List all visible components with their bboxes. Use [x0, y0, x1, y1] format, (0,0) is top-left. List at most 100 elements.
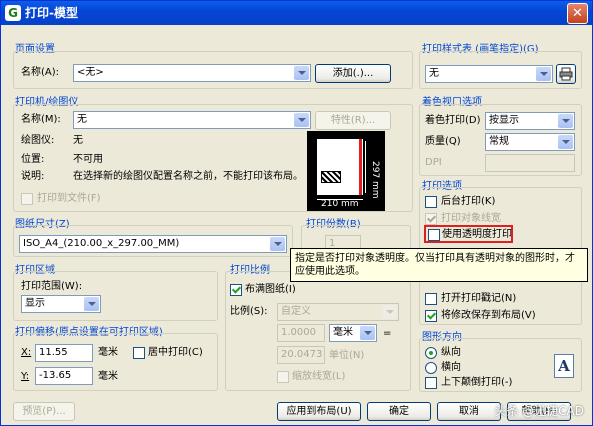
offset-y-value: -13.65 — [39, 370, 72, 381]
preview-width-label: 210 mm — [321, 199, 359, 209]
landscape-radio[interactable] — [425, 362, 437, 374]
offset-y-input[interactable]: -13.65 — [35, 367, 93, 385]
background-plot-checkbox[interactable] — [425, 196, 437, 208]
plot-area-hatch — [321, 171, 341, 183]
paper-size-value: ISO_A4_(210.00_x_297.00_MM) — [23, 238, 180, 249]
background-plot-label: 后台打印(K) — [441, 196, 496, 207]
print-dialog: G 打印-模型 ✕ 页面设置 名称(A): <无> 添加(.)... 打印机/绘… — [0, 0, 593, 426]
dpi-input[interactable] — [485, 154, 575, 172]
center-plot-label: 居中打印(C) — [148, 347, 203, 358]
plotter-label: 绘图仪: — [21, 135, 55, 146]
scale-lineweights-checkbox[interactable] — [277, 371, 289, 383]
description-label: 说明: — [21, 171, 45, 182]
quality-select[interactable]: 常规 — [485, 133, 575, 151]
quality-value: 常规 — [489, 136, 509, 147]
offset-y-unit: 毫米 — [98, 371, 118, 382]
description-value: 在选择新的绘图仪配置名称之前，不能打印该布局。 — [73, 171, 303, 182]
center-plot-checkbox[interactable] — [133, 347, 145, 359]
orientation-preview-icon: A — [554, 354, 574, 378]
fit-to-paper-checkbox[interactable] — [230, 284, 242, 296]
location-label: 位置: — [21, 154, 45, 165]
plot-range-select[interactable]: 显示 — [21, 295, 101, 313]
scale-label: 比例(S): — [230, 306, 268, 317]
preview-height-label: 297 mm — [370, 161, 380, 199]
apply-to-layout-button[interactable]: 应用到布局(U) — [277, 402, 361, 421]
scale-drawing-units-input[interactable]: 20.0473 — [277, 346, 325, 364]
close-icon: ✕ — [572, 6, 583, 21]
portrait-radio[interactable] — [425, 347, 437, 359]
dpi-label: DPI — [425, 157, 442, 168]
watermark-text: 头条 @迅捷CAD — [494, 404, 584, 418]
shade-plot-select[interactable]: 按显示 — [485, 112, 575, 130]
shade-plot-label: 着色打印(D) — [425, 115, 481, 126]
printer-icon — [559, 67, 573, 81]
chevron-down-icon — [558, 135, 573, 149]
scale-unit-select[interactable]: 毫米 — [329, 324, 377, 342]
save-changes-label: 将修改保存到布局(V) — [441, 310, 536, 321]
printer-name-value: 无 — [77, 114, 87, 125]
app-icon: G — [5, 5, 21, 21]
offset-x-value: 11.55 — [39, 347, 68, 358]
plotter-value: 无 — [73, 135, 83, 146]
upside-down-label: 上下颠倒打印(-) — [441, 377, 513, 388]
plot-stamp-label: 打开打印戳记(N) — [441, 293, 517, 304]
scale-unit-value: 毫米 — [333, 327, 353, 338]
printer-name-label: 名称(M): — [21, 114, 61, 125]
paper-sheet — [317, 139, 363, 195]
cancel-button[interactable]: 取消 — [437, 402, 501, 421]
title-bar[interactable]: G 打印-模型 ✕ — [1, 1, 592, 25]
scale-equals-sign: = — [383, 328, 392, 339]
scale-paper-units-input[interactable]: 1.0000 — [277, 324, 325, 342]
offset-x-input[interactable]: 11.55 — [35, 344, 93, 362]
chevron-down-icon — [558, 114, 573, 128]
scale-value: 自定义 — [281, 306, 311, 317]
edit-plot-style-button[interactable] — [556, 64, 576, 84]
paper-size-select[interactable]: ISO_A4_(210.00_x_297.00_MM) — [19, 235, 287, 253]
landscape-label: 横向 — [441, 362, 461, 373]
printer-properties-button[interactable]: 特性(R)... — [315, 111, 391, 130]
window-title: 打印-模型 — [25, 6, 78, 20]
plot-lineweights-checkbox[interactable] — [425, 213, 437, 225]
upside-down-checkbox[interactable] — [425, 377, 437, 389]
page-setup-name-label: 名称(A): — [21, 67, 60, 78]
plot-lineweights-label: 打印对象线宽 — [441, 213, 501, 224]
scale-lineweights-label: 缩放线宽(L) — [292, 371, 346, 382]
plot-range-label: 打印范围(W): — [21, 281, 83, 292]
scale-drawing-units-value: 20.0473 — [281, 349, 323, 360]
preview-button[interactable]: 预览(P)... — [13, 402, 75, 421]
plot-stamp-checkbox[interactable] — [425, 293, 437, 305]
chevron-down-icon — [360, 326, 375, 340]
chevron-down-icon — [382, 305, 397, 319]
paper-margin-line — [359, 139, 362, 195]
offset-x-label: X: — [21, 347, 32, 358]
close-button[interactable]: ✕ — [567, 3, 588, 24]
chevron-down-icon — [270, 237, 285, 251]
scale-paper-units-value: 1.0000 — [281, 327, 316, 338]
paper-preview: 297 mm 210 mm — [307, 131, 385, 211]
height-dimension-line — [365, 141, 366, 193]
print-to-file-label: 打印到文件(F) — [37, 193, 101, 204]
transparency-tooltip: 指定是否打印对象透明度。仅当打印具有透明对象的图形时，才应使用此选项。 — [290, 248, 588, 282]
fit-to-paper-label: 布满图纸(I) — [245, 284, 296, 295]
chevron-down-icon — [294, 113, 309, 127]
plot-style-table-select[interactable]: 无 — [425, 65, 553, 83]
add-page-setup-button[interactable]: 添加(.)... — [315, 64, 391, 83]
scale-units-label: 单位(N) — [329, 350, 365, 361]
offset-x-unit: 毫米 — [98, 347, 118, 358]
plot-style-table-value: 无 — [429, 68, 439, 79]
chevron-down-icon — [536, 67, 551, 81]
location-value: 不可用 — [73, 154, 103, 165]
page-setup-name-value: <无> — [77, 67, 104, 78]
shade-plot-value: 按显示 — [489, 115, 519, 126]
quality-label: 质量(Q) — [425, 136, 461, 147]
ok-button[interactable]: 确定 — [367, 402, 431, 421]
plot-range-value: 显示 — [25, 298, 45, 309]
transparency-highlight-box — [424, 225, 513, 243]
scale-select[interactable]: 自定义 — [277, 303, 399, 321]
page-setup-name-select[interactable]: <无> — [73, 64, 311, 82]
print-to-file-checkbox[interactable] — [21, 193, 33, 205]
printer-name-select[interactable]: 无 — [73, 111, 311, 129]
portrait-label: 纵向 — [441, 347, 461, 358]
save-changes-checkbox[interactable] — [425, 310, 437, 322]
chevron-down-icon — [84, 297, 99, 311]
